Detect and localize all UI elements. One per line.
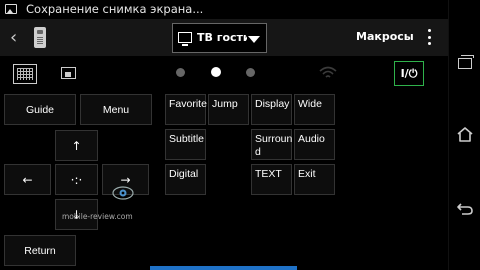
crosshair-icon: ·:·	[70, 172, 83, 187]
image-notification-icon	[5, 4, 17, 14]
digital-button[interactable]: Digital	[165, 164, 206, 195]
action-bar: ‹ ТВ гости Макросы	[0, 19, 448, 56]
status-notification-text: Сохранение снимка экрана...	[26, 2, 204, 16]
text-button[interactable]: TEXT	[251, 164, 292, 195]
system-nav-bar	[448, 0, 480, 270]
back-chevron-icon[interactable]: ‹	[10, 27, 17, 48]
dpad-left-button[interactable]: ←	[4, 164, 51, 195]
audio-button[interactable]: Audio	[294, 129, 335, 160]
remote-app-icon[interactable]	[34, 27, 46, 48]
jump-button[interactable]: Jump	[208, 94, 249, 125]
power-button[interactable]: I/⏻	[394, 61, 424, 86]
wifi-icon	[319, 66, 337, 78]
tv-icon	[178, 32, 192, 46]
home-icon[interactable]	[456, 126, 474, 143]
page-dot-2[interactable]	[211, 67, 221, 77]
device-selector[interactable]: ТВ гости	[172, 23, 267, 53]
back-icon[interactable]	[456, 202, 474, 216]
dpad-center-button[interactable]: ·:·	[55, 164, 98, 195]
arrow-up-icon: ↑	[71, 138, 82, 153]
subtitle-button[interactable]: Subtitle	[165, 129, 206, 160]
caret-down-icon	[248, 36, 260, 43]
watermark-eye-logo	[112, 186, 134, 200]
arrow-left-icon: ←	[22, 172, 33, 187]
overflow-menu-icon[interactable]	[428, 29, 432, 45]
surround-button[interactable]: Surroun d	[251, 129, 292, 160]
page-dot-1[interactable]	[176, 68, 185, 77]
screen-cast-icon[interactable]	[61, 67, 76, 79]
recent-apps-icon[interactable]	[458, 55, 474, 69]
return-button[interactable]: Return	[4, 235, 76, 266]
wide-button[interactable]: Wide	[294, 94, 335, 125]
macros-button[interactable]: Макросы	[356, 30, 414, 43]
menu-button[interactable]: Menu	[80, 94, 152, 125]
watermark-text: mobile-review.com	[62, 212, 133, 221]
bottom-accent-bar	[150, 266, 297, 270]
guide-button[interactable]: Guide	[4, 94, 76, 125]
favorite-button[interactable]: Favorite	[165, 94, 207, 125]
exit-button[interactable]: Exit	[294, 164, 335, 195]
device-selector-label: ТВ гости	[197, 31, 247, 44]
status-bar: Сохранение снимка экрана...	[0, 0, 448, 19]
dpad-up-button[interactable]: ↑	[55, 130, 98, 161]
page-dot-3[interactable]	[246, 68, 255, 77]
display-button[interactable]: Display	[251, 94, 292, 125]
keyboard-icon[interactable]	[13, 64, 37, 84]
